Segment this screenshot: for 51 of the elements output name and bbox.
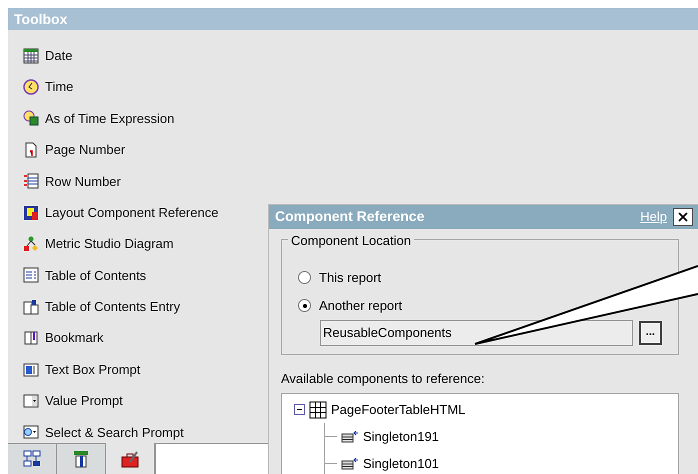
book-icon xyxy=(23,330,39,346)
dialog-title: Component Reference xyxy=(275,207,426,226)
calendar-icon xyxy=(23,48,39,64)
toolbox-item[interactable]: Value Prompt xyxy=(23,385,123,417)
panel-tab[interactable] xyxy=(106,443,155,474)
dropdown-icon xyxy=(23,392,39,409)
radio-label: Another report xyxy=(319,296,402,315)
tree-item[interactable]: Singleton191 xyxy=(363,426,439,446)
table-columns-icon xyxy=(72,450,90,468)
table-grid-icon xyxy=(309,400,327,418)
close-button[interactable] xyxy=(673,208,693,226)
page-icon xyxy=(23,142,39,158)
layout-blocks-icon xyxy=(23,204,39,221)
toolbox-item[interactable]: Metric Studio Diagram xyxy=(23,228,174,260)
toolbox-item[interactable]: Page Number xyxy=(23,134,126,166)
toolbox-icon xyxy=(121,450,139,468)
close-icon xyxy=(676,210,690,224)
toolbox-item[interactable]: As of Time Expression xyxy=(23,102,174,134)
tree-item[interactable]: Singleton101 xyxy=(363,454,439,474)
search-dropdown-icon xyxy=(23,424,39,440)
toolbox-item[interactable]: Table of Contents Entry xyxy=(23,291,180,323)
toolbox-title: Toolbox xyxy=(8,8,698,30)
collapse-toggle[interactable] xyxy=(294,404,305,415)
radio-button[interactable] xyxy=(298,299,311,312)
minus-icon xyxy=(296,406,303,413)
text-input-icon xyxy=(23,362,39,378)
clock-icon xyxy=(23,79,39,96)
radio-button[interactable] xyxy=(298,271,311,284)
toolbox-item[interactable]: Table of Contents xyxy=(23,260,146,292)
contents-entry-icon xyxy=(23,298,39,315)
report-field[interactable]: ReusableComponents xyxy=(320,320,633,346)
toolbox-item[interactable]: Row Number xyxy=(23,166,121,197)
components-label: Available components to reference: xyxy=(281,370,486,388)
toolbox-item[interactable]: Date xyxy=(23,40,72,72)
toolbox-item[interactable]: Time xyxy=(23,71,74,103)
tree-blocks-icon xyxy=(23,450,41,468)
clock-grid-icon xyxy=(23,110,39,126)
numbered-list-icon xyxy=(23,173,39,190)
tree-item[interactable]: PageFooterTableHTML xyxy=(331,400,466,420)
panel-tab[interactable] xyxy=(57,443,106,474)
toolbox-item[interactable]: Bookmark xyxy=(23,322,104,354)
diagram-icon xyxy=(23,236,39,252)
browse-button[interactable]: ... xyxy=(638,320,662,344)
toolbox-item[interactable]: Text Box Prompt xyxy=(23,354,140,386)
radio-label: This report xyxy=(319,268,382,287)
singleton-icon xyxy=(341,458,359,470)
singleton-icon xyxy=(341,430,359,442)
toolbox-item[interactable]: Layout Component Reference xyxy=(23,196,218,228)
panel-tab[interactable] xyxy=(8,443,57,474)
contents-list-icon xyxy=(23,267,39,284)
toolbox-item[interactable]: Select & Search Prompt xyxy=(23,416,184,443)
